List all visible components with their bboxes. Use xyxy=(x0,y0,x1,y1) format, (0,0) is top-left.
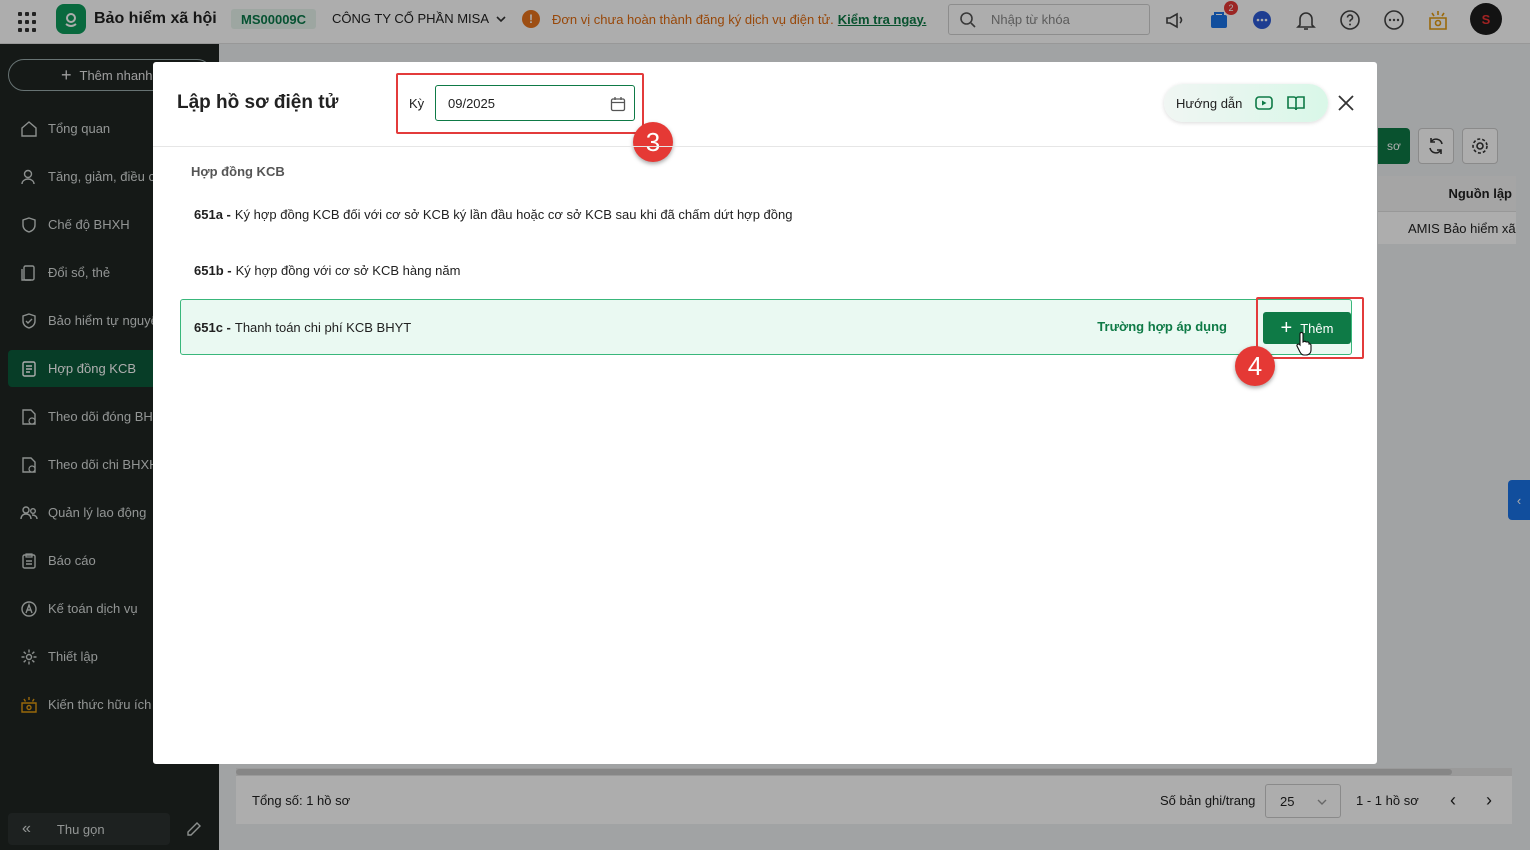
header-divider xyxy=(153,146,1377,147)
item-text: Thanh toán chi phí KCB BHYT xyxy=(234,319,412,335)
item-code: 651c - xyxy=(194,319,231,335)
list-item-651c[interactable]: 651c - Thanh toán chi phí KCB BHYT Trườn… xyxy=(180,299,1352,355)
list-item-651a[interactable]: 651a - Ký hợp đồng KCB đối với cơ sở KCB… xyxy=(180,186,1352,242)
step-marker-4: 4 xyxy=(1235,346,1275,386)
close-icon[interactable] xyxy=(1335,92,1357,114)
book-icon[interactable] xyxy=(1286,94,1306,112)
section-title: Hợp đồng KCB xyxy=(191,164,285,179)
create-e-record-dialog: Lập hồ sơ điện tử Kỳ 09/2025 3 Hướng dẫn… xyxy=(153,62,1377,764)
guide-label: Hướng dẫn xyxy=(1176,95,1243,111)
item-code: 651b - xyxy=(194,262,232,278)
guide-button[interactable]: Hướng dẫn xyxy=(1164,84,1328,122)
video-icon[interactable] xyxy=(1254,94,1274,112)
hand-cursor-icon xyxy=(1296,332,1312,356)
step-marker-3: 3 xyxy=(633,122,673,162)
applicable-cases-link[interactable]: Trường hợp áp dụng xyxy=(1097,319,1227,334)
item-code: 651a - xyxy=(194,206,231,222)
item-text: Ký hợp đồng KCB đối với cơ sở KCB ký lần… xyxy=(234,206,793,222)
dialog-title: Lập hồ sơ điện tử xyxy=(177,92,339,113)
item-text: Ký hợp đồng với cơ sở KCB hàng năm xyxy=(235,262,461,278)
list-item-651b[interactable]: 651b - Ký hợp đồng với cơ sở KCB hàng nă… xyxy=(180,242,1352,298)
highlight-box-period xyxy=(396,73,644,134)
